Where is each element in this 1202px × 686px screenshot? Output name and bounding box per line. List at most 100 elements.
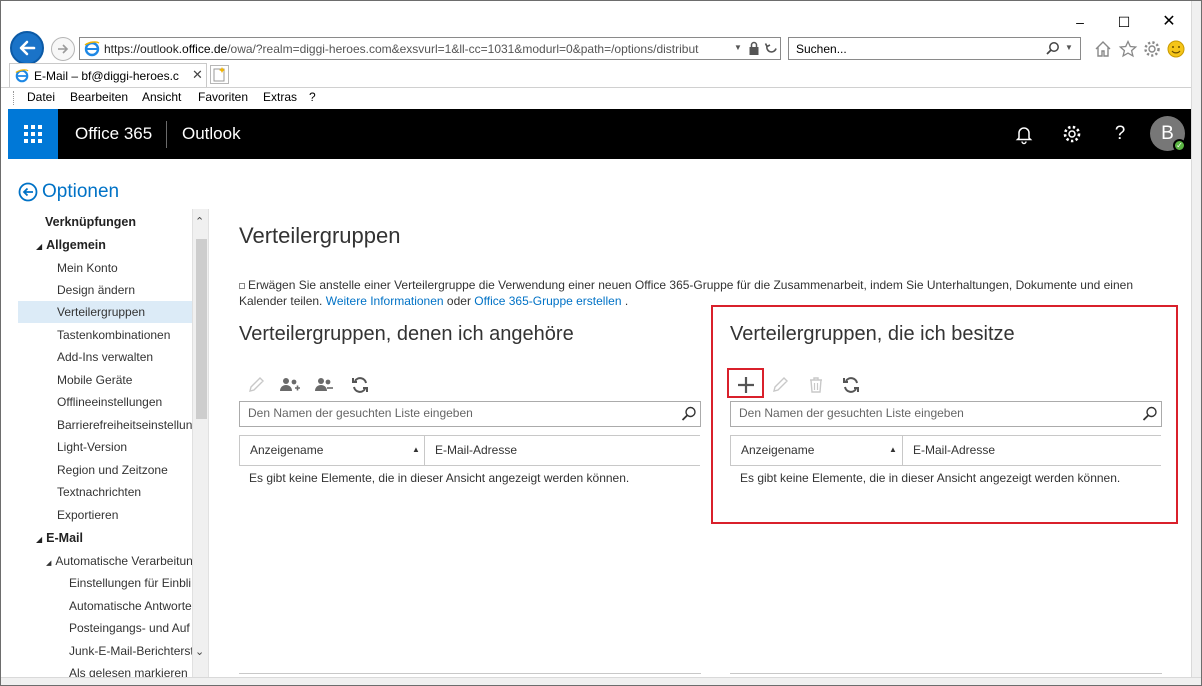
sidebar-scrollbar[interactable]: ⌃ ⌄ <box>192 209 209 679</box>
sidebar-item-accessibility[interactable]: Barrierefreiheitseinstellun <box>18 414 192 436</box>
join-group-icon[interactable] <box>278 374 302 396</box>
gear-icon[interactable] <box>1142 39 1162 59</box>
waffle-icon <box>24 125 42 143</box>
edit-pencil-icon[interactable] <box>245 374 269 396</box>
menu-ansicht[interactable]: Ansicht <box>142 90 181 104</box>
forward-button[interactable] <box>51 37 75 61</box>
learn-more-link[interactable]: Weitere Informationen <box>326 294 444 308</box>
sidebar-item-shortcuts[interactable]: Verknüpfungen <box>18 211 192 233</box>
new-tab-button[interactable] <box>210 65 229 84</box>
star-icon[interactable] <box>1118 39 1138 59</box>
browser-tab[interactable]: E-Mail – bf@diggi-heroes.c ✕ <box>9 63 207 87</box>
close-window-button[interactable]: ✕ <box>1156 11 1182 33</box>
window-bottom-edge <box>1 677 1201 685</box>
sidebar-item-addins[interactable]: Add-Ins verwalten <box>18 346 192 368</box>
sidebar-item-label: Junk-E-Mail-Berichterst <box>69 644 192 658</box>
sidebar-item-label: Design ändern <box>57 283 136 297</box>
sidebar-item-label: Allgemein <box>46 238 106 252</box>
back-circle-icon <box>18 182 38 202</box>
sidebar-item-email[interactable]: ◢ E-Mail <box>18 527 192 549</box>
info-bullet-icon <box>239 282 245 289</box>
column-email-address[interactable]: E-Mail-Adresse <box>435 443 517 457</box>
refresh-icon[interactable] <box>348 374 372 396</box>
help-button[interactable]: ? <box>1109 123 1131 145</box>
menu-grip <box>13 91 14 105</box>
home-icon[interactable] <box>1093 39 1113 59</box>
member-groups-empty-text: Es gibt keine Elemente, die in dieser An… <box>249 471 630 485</box>
sidebar-item-text-messages[interactable]: Textnachrichten <box>18 481 192 503</box>
sidebar-item-label: E-Mail <box>46 531 83 545</box>
menu-extras[interactable]: Extras <box>263 90 297 104</box>
sidebar-item-inbox-rules[interactable]: Posteingangs- und Auf <box>18 617 192 639</box>
sidebar-item-region[interactable]: Region und Zeitzone <box>18 459 192 481</box>
collapse-triangle-icon: ◢ <box>36 535 43 544</box>
sort-ascending-icon: ▲ <box>412 445 420 454</box>
chevron-down-icon[interactable]: ▼ <box>1065 43 1073 52</box>
url-host: https://outlook. <box>104 42 183 56</box>
reload-icon[interactable] <box>764 41 779 56</box>
address-bar[interactable]: https://outlook.office.de/owa/?realm=dig… <box>79 37 781 60</box>
smiley-icon[interactable] <box>1166 39 1186 59</box>
search-icon[interactable] <box>681 406 697 422</box>
maximize-button[interactable]: ☐ <box>1111 11 1137 33</box>
sidebar-item-label: Offlineeinstellungen <box>57 395 163 409</box>
chevron-down-icon[interactable]: ▼ <box>734 43 742 52</box>
bell-icon[interactable] <box>1013 123 1035 145</box>
app-name[interactable]: Outlook <box>182 124 241 144</box>
column-display-name[interactable]: Anzeigename ▲ <box>240 436 425 465</box>
sidebar-item-distribution-groups[interactable]: Verteilergruppen <box>18 301 192 323</box>
page-title: Verteilergruppen <box>239 223 401 248</box>
chevron-up-icon[interactable]: ⌃ <box>195 215 204 228</box>
member-groups-search[interactable] <box>239 401 701 427</box>
presence-badge: ✓ <box>1173 139 1186 152</box>
ie-icon <box>84 41 100 57</box>
sidebar-item-label: Textnachrichten <box>57 485 142 499</box>
sidebar-item-export[interactable]: Exportieren <box>18 504 192 526</box>
highlight-annotation <box>711 305 1178 524</box>
sidebar-item-label: Region und Zeitzone <box>57 463 168 477</box>
url-domain: office.de <box>182 42 228 56</box>
sidebar-item-offline[interactable]: Offlineeinstellungen <box>18 391 192 413</box>
sidebar-item-label: Mobile Geräte <box>57 373 133 387</box>
info-end: . <box>624 294 629 308</box>
ie-icon <box>15 69 29 83</box>
add-button-annotation <box>727 368 764 398</box>
o365-brand[interactable]: Office 365 <box>75 124 152 144</box>
minimize-button[interactable]: – <box>1067 11 1093 33</box>
url-text[interactable]: https://outlook.office.de/owa/?realm=dig… <box>104 42 734 56</box>
sidebar-item-theme[interactable]: Design ändern <box>18 279 192 301</box>
sidebar-item-keyboard-shortcuts[interactable]: Tastenkombinationen <box>18 324 192 346</box>
sidebar-item-auto-processing[interactable]: ◢ Automatische Verarbeitun <box>18 550 192 572</box>
create-office365-group-link[interactable]: Office 365-Gruppe erstellen <box>474 294 621 308</box>
search-icon[interactable] <box>1045 41 1060 56</box>
sidebar-item-my-account[interactable]: Mein Konto <box>18 257 192 279</box>
lock-icon[interactable] <box>748 41 760 56</box>
settings-gear-icon[interactable] <box>1061 123 1083 145</box>
menu-help[interactable]: ? <box>309 90 316 104</box>
app-launcher-button[interactable] <box>8 109 58 159</box>
menu-favoriten[interactable]: Favoriten <box>198 90 248 104</box>
sidebar-item-label: Light-Version <box>57 440 128 454</box>
back-button[interactable] <box>10 31 44 65</box>
leave-group-icon[interactable] <box>312 374 336 396</box>
sidebar-item-junk-reporting[interactable]: Junk-E-Mail-Berichterst <box>18 640 192 662</box>
menu-datei[interactable]: Datei <box>27 90 55 104</box>
scrollbar-thumb[interactable] <box>196 239 207 419</box>
sidebar-item-auto-replies[interactable]: Automatische Antworte <box>18 595 192 617</box>
browser-search-box[interactable]: Suchen... ▼ <box>788 37 1081 60</box>
menu-bearbeiten[interactable]: Bearbeiten <box>70 90 128 104</box>
sidebar-item-clutter[interactable]: Einstellungen für Einbli <box>18 572 192 594</box>
sidebar-item-general[interactable]: ◢ Allgemein <box>18 234 192 256</box>
tab-divider <box>1 87 1193 88</box>
sidebar-item-light-version[interactable]: Light-Version <box>18 436 192 458</box>
window-right-edge <box>1191 1 1201 685</box>
tab-title: E-Mail – bf@diggi-heroes.c <box>34 69 179 83</box>
member-groups-table-header: Anzeigename ▲ E-Mail-Adresse <box>239 435 700 466</box>
sidebar-divider <box>208 209 209 679</box>
sidebar-item-mobile-devices[interactable]: Mobile Geräte <box>18 369 192 391</box>
sidebar-item-label: Automatische Antworte <box>69 599 192 613</box>
member-groups-search-input[interactable] <box>248 406 668 420</box>
close-tab-icon[interactable]: ✕ <box>192 67 203 83</box>
chevron-down-icon[interactable]: ⌄ <box>195 645 204 658</box>
sidebar-item-label: Verteilergruppen <box>57 305 146 319</box>
